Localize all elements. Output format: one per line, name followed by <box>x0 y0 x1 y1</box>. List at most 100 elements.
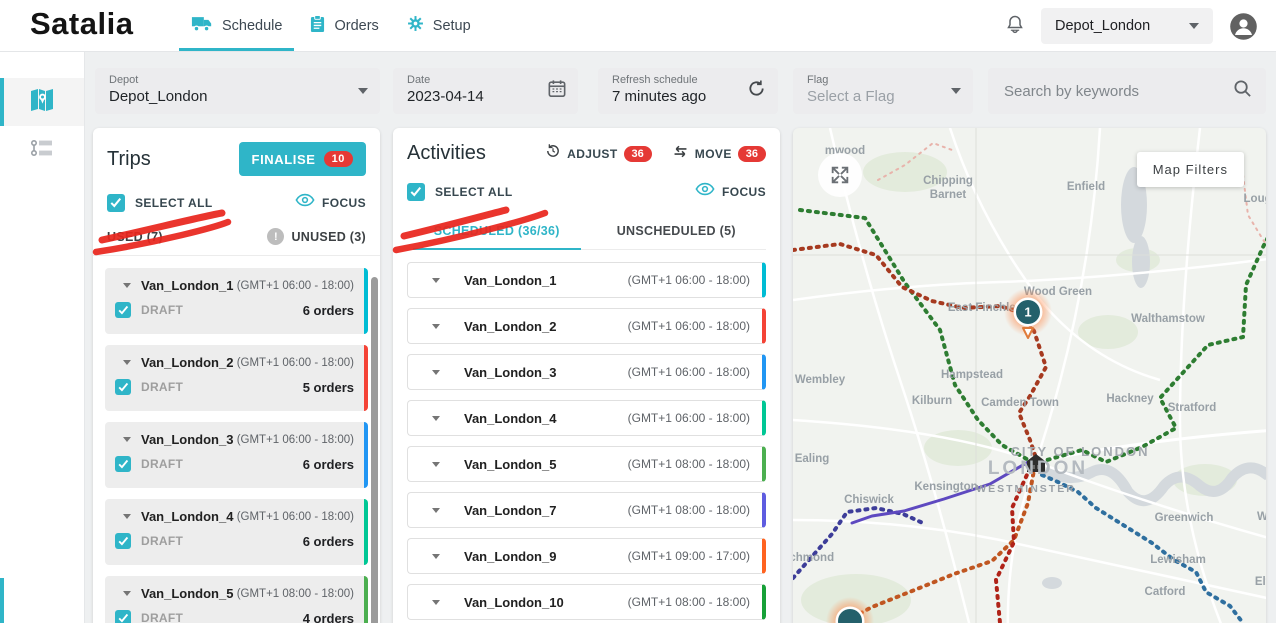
trip-status: DRAFT <box>141 534 183 548</box>
chevron-down-icon[interactable] <box>432 324 440 329</box>
activity-name: Van_London_5 <box>464 457 556 472</box>
finalise-button[interactable]: FINALISE 10 <box>239 142 366 176</box>
map-label: Wembley <box>795 374 846 386</box>
map-label: Hampstead <box>941 369 1003 381</box>
map-label: Stratford <box>1168 402 1217 414</box>
trip-card[interactable]: Van_London_1 (GMT+1 06:00 - 18:00) DRAFT… <box>105 268 368 334</box>
checkbox-checked-icon[interactable] <box>107 194 125 212</box>
depot-filter-value: Depot_London <box>109 88 368 105</box>
chevron-down-icon[interactable] <box>432 462 440 467</box>
chevron-down-icon[interactable] <box>432 278 440 283</box>
checkbox-checked-icon[interactable] <box>407 183 425 201</box>
map-label: Greenwich <box>1155 512 1214 524</box>
search-input[interactable] <box>988 83 1233 100</box>
trips-scrollbar[interactable] <box>371 277 378 623</box>
chevron-down-icon[interactable] <box>123 283 131 288</box>
activity-name: Van_London_7 <box>464 503 556 518</box>
activity-name: Van_London_9 <box>464 549 556 564</box>
chevron-down-icon[interactable] <box>123 591 131 596</box>
chevron-down-icon[interactable] <box>432 508 440 513</box>
nav-tab-schedule[interactable]: Schedule <box>177 0 296 51</box>
chevron-down-icon[interactable] <box>432 370 440 375</box>
finalise-label: FINALISE <box>252 152 316 167</box>
activity-time-window: (GMT+1 08:00 - 18:00) <box>628 457 750 471</box>
tab-unscheduled[interactable]: UNSCHEDULED (5) <box>587 215 767 249</box>
user-avatar[interactable] <box>1229 12 1258 41</box>
main-nav: Schedule Orders Setup <box>177 0 485 51</box>
chevron-down-icon[interactable] <box>123 514 131 519</box>
select-all-label: SELECT ALL <box>135 196 213 210</box>
trips-tab-used[interactable]: USED (7) <box>107 230 163 244</box>
nav-tab-label: Schedule <box>222 18 282 34</box>
activities-select-all[interactable]: SELECT ALL <box>407 183 513 201</box>
tab-scheduled[interactable]: SCHEDULED (36/36) <box>407 215 587 249</box>
chevron-down-icon[interactable] <box>432 600 440 605</box>
map-label: Hackney <box>1106 393 1154 405</box>
nav-tab-setup[interactable]: Setup <box>393 0 485 51</box>
chevron-down-icon[interactable] <box>432 554 440 559</box>
trip-card[interactable]: Van_London_4 (GMT+1 06:00 - 18:00) DRAFT… <box>105 499 368 565</box>
activity-card[interactable]: Van_London_9 (GMT+1 09:00 - 17:00) <box>407 538 766 574</box>
depot-filter[interactable]: Depot Depot_London <box>95 68 380 114</box>
nav-tab-orders[interactable]: Orders <box>296 0 392 51</box>
checkbox-checked-icon[interactable] <box>115 379 131 395</box>
chevron-down-icon[interactable] <box>123 360 131 365</box>
top-navbar: Satalia Schedule Orders Setup <box>0 0 1276 52</box>
date-filter-value: 2023-04-14 <box>407 88 566 105</box>
sidebar-item-timeline-view[interactable] <box>0 126 84 174</box>
notifications-bell-icon[interactable] <box>1005 13 1025 40</box>
map-label: Enfield <box>1067 181 1105 193</box>
adjust-button[interactable]: ADJUST 36 <box>545 143 652 164</box>
map-label: Lewisham <box>1150 554 1206 566</box>
map-panel[interactable]: mwoodChippingBarnetEnfieldLoughtEast Fin… <box>793 128 1266 623</box>
select-all-label: SELECT ALL <box>435 185 513 199</box>
map-graticule <box>793 128 1266 623</box>
satalia-logo: Satalia <box>30 6 175 51</box>
trips-focus-toggle[interactable]: FOCUS <box>295 193 366 212</box>
search-icon[interactable] <box>1233 79 1252 103</box>
chevron-down-icon <box>358 88 368 94</box>
refresh-schedule[interactable]: Refresh schedule 7 minutes ago <box>598 68 778 114</box>
activity-card[interactable]: Van_London_3 (GMT+1 06:00 - 18:00) <box>407 354 766 390</box>
flag-filter[interactable]: Flag Select a Flag <box>793 68 973 114</box>
trips-tab-unused[interactable]: ! UNUSED (3) <box>267 228 366 245</box>
activity-card[interactable]: Van_London_2 (GMT+1 06:00 - 18:00) <box>407 308 766 344</box>
checkbox-checked-icon[interactable] <box>115 302 131 318</box>
activity-time-window: (GMT+1 08:00 - 18:00) <box>628 503 750 517</box>
move-button[interactable]: MOVE 36 <box>672 144 766 164</box>
trip-card[interactable]: Van_London_2 (GMT+1 06:00 - 18:00) DRAFT… <box>105 345 368 411</box>
checkbox-checked-icon[interactable] <box>115 610 131 623</box>
depot-switcher[interactable]: Depot_London <box>1041 8 1213 44</box>
date-filter[interactable]: Date 2023-04-14 <box>393 68 578 114</box>
alert-icon: ! <box>267 228 284 245</box>
activities-list: Van_London_1 (GMT+1 06:00 - 18:00) Van_L… <box>393 250 780 620</box>
refresh-schedule-label: Refresh schedule <box>612 74 766 86</box>
checkbox-checked-icon[interactable] <box>115 456 131 472</box>
nav-tab-label: Setup <box>433 18 471 34</box>
map-filters-button[interactable]: Map Filters <box>1137 152 1244 187</box>
trip-card[interactable]: Van_London_5 (GMT+1 08:00 - 18:00) DRAFT… <box>105 576 368 623</box>
sidebar-item-map-view[interactable] <box>0 78 84 126</box>
activity-card[interactable]: Van_London_10 (GMT+1 08:00 - 18:00) <box>407 584 766 620</box>
swap-arrows-icon <box>672 144 689 164</box>
activity-card[interactable]: Van_London_1 (GMT+1 06:00 - 18:00) <box>407 262 766 298</box>
trips-panel: Trips FINALISE 10 SELECT ALL FO <box>93 128 380 623</box>
activities-focus-toggle[interactable]: FOCUS <box>695 182 766 201</box>
trips-select-all[interactable]: SELECT ALL <box>107 194 213 212</box>
activity-card[interactable]: Van_London_7 (GMT+1 08:00 - 18:00) <box>407 492 766 528</box>
chevron-down-icon[interactable] <box>123 437 131 442</box>
gantt-icon <box>29 137 55 164</box>
trip-name: Van_London_4 <box>141 509 233 524</box>
map-expand-button[interactable] <box>818 153 862 197</box>
route-map-icon <box>29 88 55 117</box>
map-routes <box>793 143 1266 623</box>
trip-card[interactable]: Van_London_3 (GMT+1 06:00 - 18:00) DRAFT… <box>105 422 368 488</box>
map-label: Lought <box>1244 193 1266 205</box>
map-canvas[interactable]: mwoodChippingBarnetEnfieldLoughtEast Fin… <box>793 128 1266 623</box>
activity-card[interactable]: Van_London_4 (GMT+1 06:00 - 18:00) <box>407 400 766 436</box>
activity-card[interactable]: Van_London_5 (GMT+1 08:00 - 18:00) <box>407 446 766 482</box>
date-filter-label: Date <box>407 74 566 86</box>
checkbox-checked-icon[interactable] <box>115 533 131 549</box>
chevron-down-icon[interactable] <box>432 416 440 421</box>
refresh-icon[interactable] <box>747 79 766 103</box>
